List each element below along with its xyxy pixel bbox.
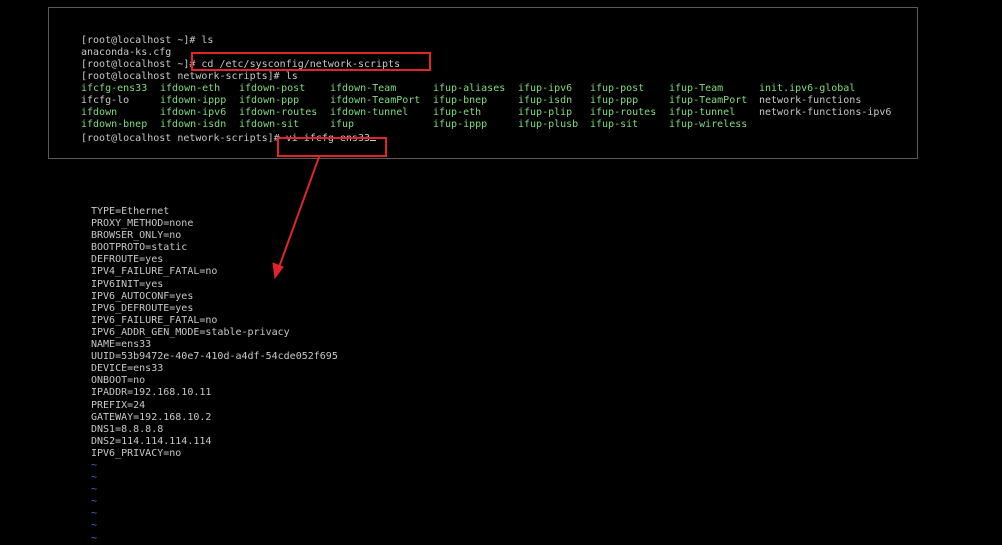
ls-entry: init.ipv6-global	[759, 83, 856, 94]
ls-entry: ifup-ippp	[433, 119, 488, 130]
ls-entry: ifdown	[81, 107, 118, 118]
config-line-ipaddr: IPADDR=192.168.10.11	[91, 387, 212, 399]
ls-entry: ifdown-routes	[239, 107, 318, 118]
empty-line-tilde: ~	[91, 472, 98, 484]
ls-entry: ifdown-ippp	[160, 95, 227, 106]
ls-entry: ifup-plip	[518, 107, 573, 118]
annotation-box-cd-command	[191, 52, 431, 71]
ls-entry: ifup-wireless	[669, 119, 748, 130]
config-line-bootproto: BOOTPROTO=static	[91, 242, 188, 254]
ls-entry: ifup-sit	[590, 119, 639, 130]
ls-entry: ifcfg-lo	[81, 95, 130, 106]
ls-entry: ifdown-Team	[330, 83, 397, 94]
empty-line-tilde: ~	[91, 496, 98, 508]
ls-entry: ifup-ppp	[590, 95, 639, 106]
ls-entry: ifup-bnep	[433, 95, 488, 106]
ls-entry: ifup-post	[590, 83, 645, 94]
config-line-onboot: ONBOOT=no	[91, 375, 146, 387]
ls-entry: ifup-plusb	[518, 119, 579, 130]
ls-entry: ifdown-isdn	[160, 119, 227, 130]
config-line-device: DEVICE=ens33	[91, 363, 164, 375]
terminal-window[interactable]: [root@localhost ~]# ls anaconda-ks.cfg […	[48, 7, 918, 159]
config-line-ipv4-failure-fatal: IPV4_FAILURE_FATAL=no	[91, 266, 218, 278]
terminal-line: [root@localhost network-scripts]# ls	[81, 71, 298, 82]
empty-line-tilde: ~	[91, 520, 98, 532]
config-line-ipv6-privacy: IPV6_PRIVACY=no	[91, 447, 182, 459]
empty-line-tilde: ~	[91, 484, 98, 496]
config-line-defroute: DEFROUTE=yes	[91, 254, 164, 266]
ls-entry: ifdown-tunnel	[330, 107, 409, 118]
config-line-name: NAME=ens33	[91, 339, 152, 351]
empty-line-tilde: ~	[91, 508, 98, 520]
config-line-prefix: PREFIX=24	[91, 399, 146, 411]
annotation-box-vi-command	[277, 137, 387, 157]
ls-entry: ifcfg-ens33	[81, 83, 148, 94]
config-line-gateway: GATEWAY=192.168.10.2	[91, 411, 212, 423]
prompt-text: [root@localhost network-scripts]#	[81, 133, 286, 144]
config-line-ipv6init: IPV6INIT=yes	[91, 278, 164, 290]
ls-entry: ifup-eth	[433, 107, 482, 118]
config-line-ipv6-defroute: IPV6_DEFROUTE=yes	[91, 302, 194, 314]
ls-entry: ifup-routes	[590, 107, 657, 118]
ls-entry: ifup-aliases	[433, 83, 506, 94]
ls-entry: ifdown-TeamPort	[330, 95, 421, 106]
empty-line-tilde: ~	[91, 459, 98, 471]
empty-line-tilde: ~	[91, 532, 98, 544]
ls-entry: ifup-isdn	[518, 95, 573, 106]
config-line-ipv6-addr-gen-mode: IPV6_ADDR_GEN_MODE=stable-privacy	[91, 326, 290, 338]
config-line-type: TYPE=Ethernet	[91, 206, 170, 217]
ls-entry: ifdown-ipv6	[160, 107, 227, 118]
ls-entry: ifup-Team	[669, 83, 724, 94]
config-line-browser-only: BROWSER_ONLY=no	[91, 230, 182, 242]
ls-entry: ifdown-post	[239, 83, 306, 94]
ls-entry: ifdown-ppp	[239, 95, 300, 106]
vi-editor-buffer[interactable]: TYPE=Ethernet PROXY_METHOD=none BROWSER_…	[91, 206, 338, 545]
ls-entry: ifup	[330, 119, 355, 130]
config-line-ipv6-autoconf: IPV6_AUTOCONF=yes	[91, 290, 194, 302]
ls-entry: ifdown-bnep	[81, 119, 148, 130]
terminal-line: anaconda-ks.cfg	[81, 47, 172, 58]
ls-entry: ifup-tunnel	[669, 107, 736, 118]
terminal-line: [root@localhost ~]# ls	[81, 35, 214, 46]
ls-entry: network-functions-ipv6	[759, 107, 892, 118]
ls-entry: network-functions	[759, 95, 862, 106]
ls-entry: ifdown-eth	[160, 83, 221, 94]
config-line-proxy-method: PROXY_METHOD=none	[91, 218, 194, 230]
config-line-dns2: DNS2=114.114.114.114	[91, 435, 212, 447]
ls-entry: ifup-TeamPort	[669, 95, 748, 106]
config-line-uuid: UUID=53b9472e-40e7-410d-a4df-54cde052f69…	[91, 351, 338, 363]
config-line-dns1: DNS1=8.8.8.8	[91, 423, 164, 435]
ls-entry: ifup-ipv6	[518, 83, 573, 94]
config-line-ipv6-failure-fatal: IPV6_FAILURE_FATAL=no	[91, 314, 218, 326]
ls-entry: ifdown-sit	[239, 119, 300, 130]
